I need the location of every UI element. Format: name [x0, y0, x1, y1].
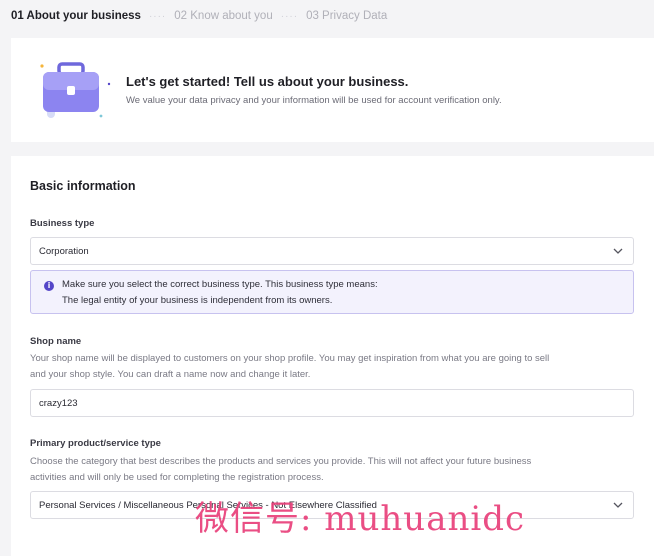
step-separator: ····	[280, 10, 299, 22]
basic-information-card: Basic information Business type Corporat…	[11, 156, 654, 556]
intro-subtitle: We value your data privacy and your info…	[126, 95, 502, 106]
intro-title: Let's get started! Tell us about your bu…	[126, 74, 409, 89]
shop-name-input[interactable]: crazy123	[30, 389, 634, 417]
primary-product-value: Personal Services / Miscellaneous Person…	[39, 499, 377, 511]
step-know-about-you[interactable]: 02 Know about you	[174, 10, 272, 22]
notice-line: The legal entity of your business is ind…	[62, 295, 333, 306]
progress-stepper: 01 About your business ···· 02 Know abou…	[11, 6, 387, 26]
business-type-value: Corporation	[39, 245, 89, 257]
intro-card: Let's get started! Tell us about your bu…	[11, 38, 654, 142]
chevron-down-icon	[613, 248, 623, 254]
help-line: Your shop name will be displayed to cust…	[30, 353, 550, 364]
primary-product-help: Choose the category that best describes …	[30, 454, 634, 486]
step-separator: ····	[148, 10, 167, 22]
step-about-business[interactable]: 01 About your business	[11, 10, 141, 22]
help-line: Choose the category that best describes …	[30, 456, 532, 467]
notice-line: Make sure you select the correct busines…	[62, 279, 378, 290]
info-icon: i	[44, 281, 54, 291]
primary-product-select[interactable]: Personal Services / Miscellaneous Person…	[30, 491, 634, 519]
section-title: Basic information	[30, 179, 136, 193]
shop-name-label: Shop name	[30, 336, 82, 347]
shop-name-help: Your shop name will be displayed to cust…	[30, 351, 634, 383]
business-type-select[interactable]: Corporation	[30, 237, 634, 265]
briefcase-icon	[40, 62, 111, 118]
business-type-label: Business type	[30, 218, 95, 229]
business-type-notice: i Make sure you select the correct busin…	[30, 270, 634, 314]
help-line: and your shop style. You can draft a nam…	[30, 369, 311, 380]
chevron-down-icon	[613, 502, 623, 508]
shop-name-value: crazy123	[39, 397, 78, 409]
step-privacy-data[interactable]: 03 Privacy Data	[306, 10, 387, 22]
help-line: activities and will only be used for com…	[30, 472, 324, 483]
primary-product-label: Primary product/service type	[30, 438, 161, 449]
